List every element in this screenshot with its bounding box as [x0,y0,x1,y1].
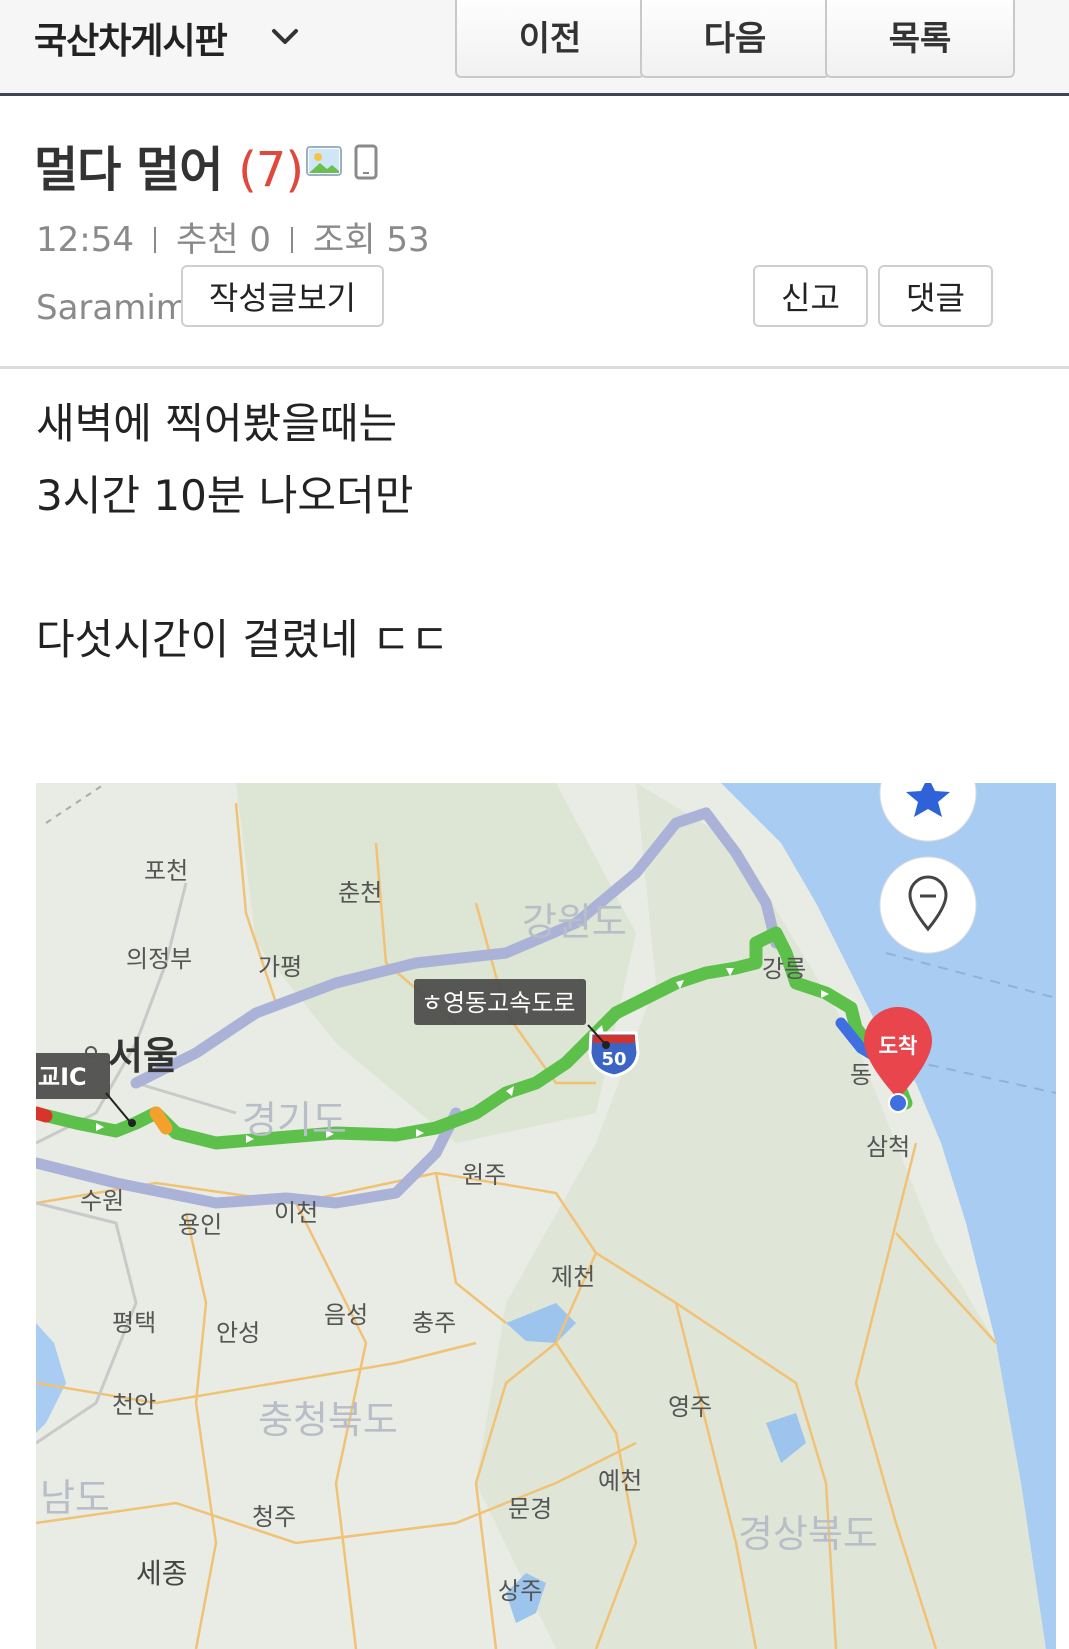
place-label: 세종 [136,1557,188,1590]
region-label: 경기도 [242,1098,347,1142]
mobile-icon [354,144,378,180]
next-button[interactable]: 다음 [640,0,830,78]
post-body-line: 3시간 10분 나오더만 [36,471,414,520]
place-label: 강릉 [762,955,806,983]
place-label: 이천 [274,1199,318,1227]
place-label: 영주 [668,1393,712,1421]
place-label: 원주 [462,1161,506,1189]
author-name[interactable]: Saramim [36,288,189,328]
place-label: 춘천 [338,879,382,907]
place-label: 의정부 [126,945,192,973]
comment-button[interactable]: 댓글 [878,265,993,327]
destination-label: 도착 [879,1034,918,1058]
post-body-line: 다섯시간이 걸렸네 ㄷㄷ [36,615,450,664]
post-body-line: 새벽에 찍어봤을때는 [36,399,398,448]
ic-label: 교IC [36,1053,110,1099]
place-label: 용인 [178,1211,222,1239]
separator [290,227,293,253]
place-label: 삼척 [866,1133,910,1161]
post-title-text: 멀다 멀어 [34,142,223,198]
ic-label-text: 교IC [38,1063,87,1091]
highway-name: 영동고속도로 [443,989,575,1017]
place-label: 상주 [498,1577,542,1605]
report-button[interactable]: 신고 [753,265,868,327]
region-label: 충청북도 [258,1398,398,1442]
region-label: 경상북도 [738,1512,878,1556]
region-label: 남도 [40,1476,110,1520]
place-label: 수원 [80,1187,124,1215]
comment-count[interactable]: (7) [238,142,304,198]
board-name[interactable]: 국산차게시판 [34,12,228,64]
place-label: 음성 [324,1301,368,1329]
place-label: 예천 [598,1467,642,1495]
place-label: 포천 [144,857,188,885]
post-views: 조회 53 [312,220,430,260]
prev-button[interactable]: 이전 [455,0,645,78]
route-map-image[interactable]: 50 ㅎ 영동고속도로 교IC 도착 포천 춘천 의정부 가평 수원 용인 이천… [36,783,1056,1649]
list-button[interactable]: 목록 [825,0,1015,78]
highway-prefix: ㅎ [421,989,443,1017]
post-meta: 12:54 추천 0 조회 53 [36,212,430,261]
post-title: 멀다 멀어 (7) [34,130,304,200]
separator [153,227,156,253]
post-likes: 추천 0 [175,220,271,260]
place-label: 동 [850,1061,872,1089]
place-label: 제천 [551,1263,595,1291]
divider [0,366,1069,369]
place-label: 평택 [112,1309,156,1337]
place-label: 청주 [252,1503,296,1531]
place-label: 문경 [508,1495,552,1523]
location-button[interactable] [879,856,977,954]
board-header: 국산차게시판 이전 다음 목록 [0,0,1069,96]
highway-label: ㅎ 영동고속도로 [414,979,586,1025]
place-label: 서울 [108,1034,178,1078]
image-icon [306,146,342,176]
highway-shield-icon: 50 [588,1031,640,1078]
place-label: 충주 [412,1309,456,1337]
post-time: 12:54 [36,220,134,260]
place-label: 가평 [258,953,302,981]
view-author-posts-button[interactable]: 작성글보기 [181,265,384,327]
map-canvas: 50 ㅎ 영동고속도로 교IC 도착 포천 춘천 의정부 가평 수원 용인 이천… [36,783,1056,1649]
shield-number: 50 [601,1049,626,1070]
chevron-down-icon[interactable] [268,20,302,54]
place-label: 천안 [112,1391,156,1419]
place-label: 안성 [216,1319,260,1347]
region-label: 강원도 [522,900,627,944]
